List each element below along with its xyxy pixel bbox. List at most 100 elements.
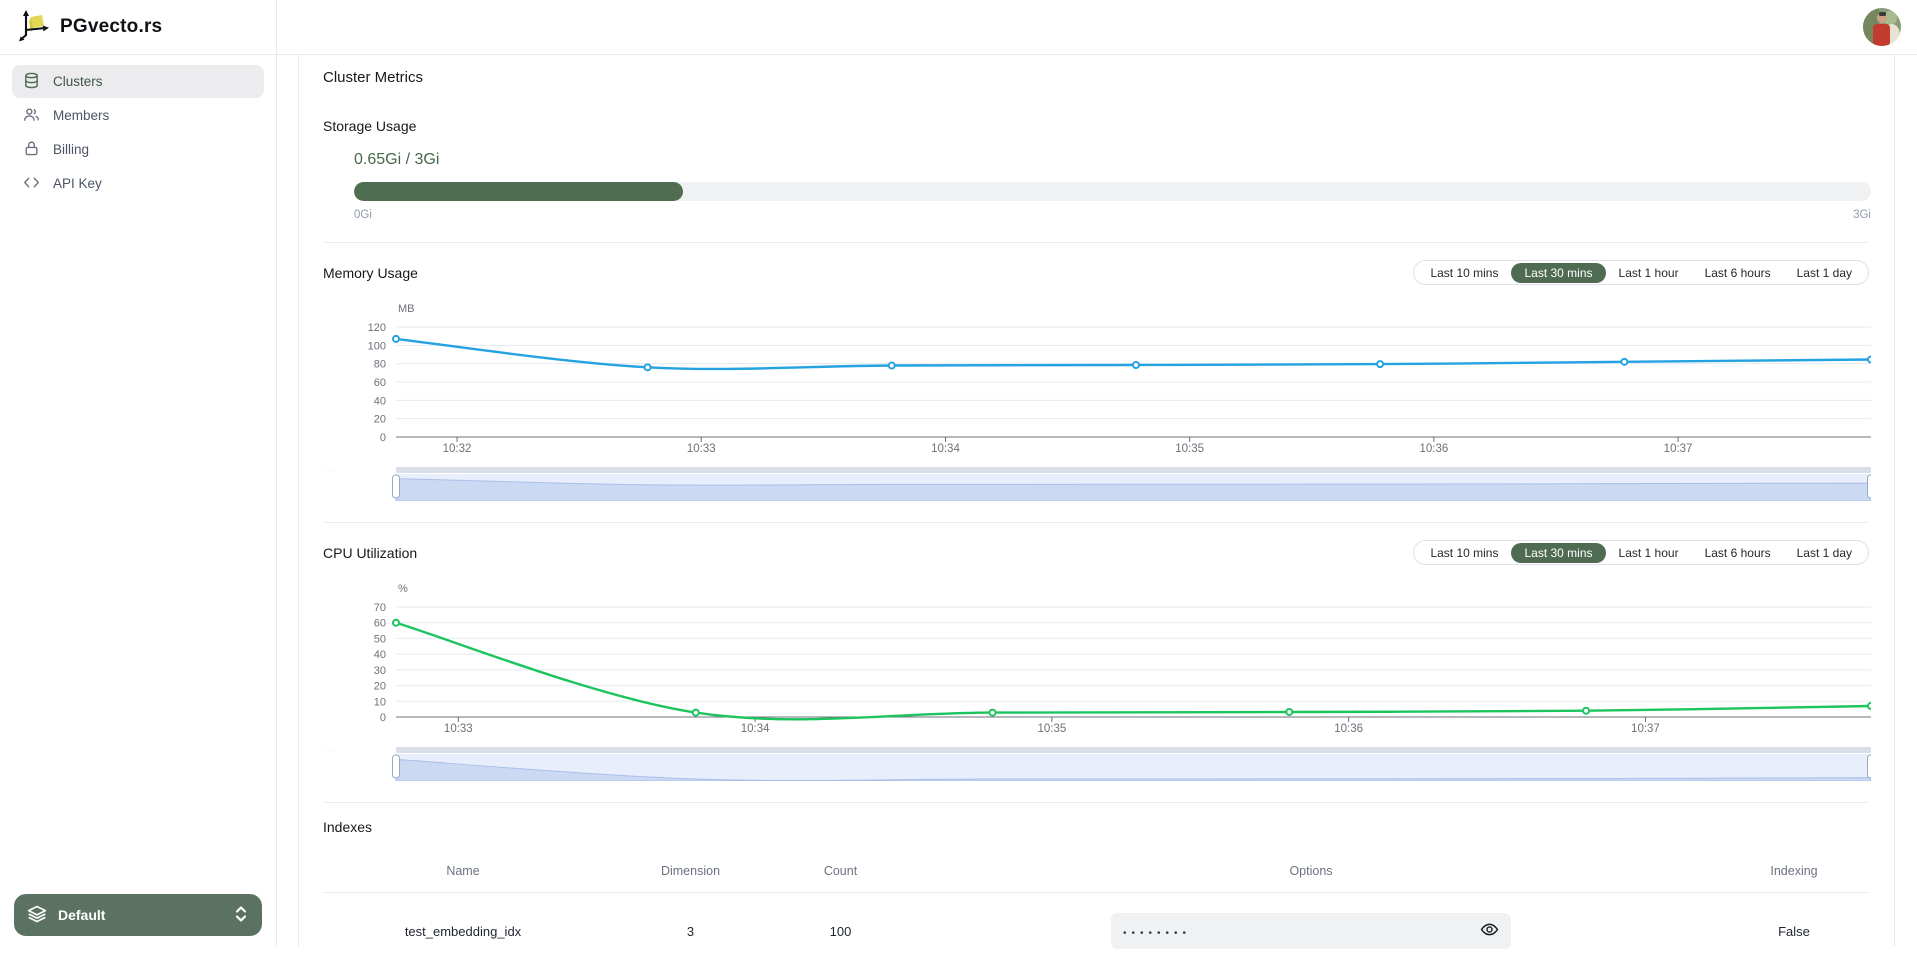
svg-text:10:33: 10:33: [687, 443, 716, 455]
svg-text:10:32: 10:32: [443, 443, 472, 455]
sidebar-item-label: Billing: [53, 142, 89, 157]
svg-text:10: 10: [374, 696, 386, 708]
svg-text:20: 20: [374, 681, 386, 693]
svg-text:10:37: 10:37: [1664, 443, 1693, 455]
index-indexing-cell: False: [1719, 924, 1869, 939]
time-range-last-30-mins[interactable]: Last 30 mins: [1511, 263, 1605, 283]
sidebar-item-api-key[interactable]: API Key: [12, 167, 264, 200]
memory-usage-title: Memory Usage: [323, 265, 418, 281]
svg-text:50: 50: [374, 633, 386, 645]
section-divider: [323, 522, 1869, 523]
storage-usage-block: 0.65Gi / 3Gi 0Gi 3Gi: [354, 151, 1871, 221]
cpu-utilization-header: CPU Utilization Last 10 mins Last 30 min…: [323, 540, 1869, 565]
table-row: test_embedding_idx 3 100 ••••••••: [323, 893, 1869, 969]
svg-text:60: 60: [374, 618, 386, 630]
sidebar: PGvecto.rs Clusters Membe: [0, 0, 277, 946]
sidebar-item-members[interactable]: Members: [12, 99, 264, 132]
svg-text:60: 60: [374, 377, 386, 389]
svg-text:MB: MB: [398, 303, 415, 315]
content-panel: Cluster Metrics Storage Usage 0.65Gi / 3…: [298, 55, 1895, 946]
memory-usage-header: Memory Usage Last 10 mins Last 30 mins L…: [323, 260, 1869, 285]
brand-logo-icon: [18, 8, 52, 47]
column-header-indexing: Indexing: [1719, 864, 1869, 878]
lock-icon: [23, 140, 40, 160]
storage-min-label: 0Gi: [354, 209, 372, 221]
time-range-last-6-hours[interactable]: Last 6 hours: [1692, 263, 1784, 283]
svg-text:40: 40: [374, 395, 386, 407]
time-range-last-10-mins[interactable]: Last 10 mins: [1417, 543, 1511, 563]
svg-text:10:35: 10:35: [1037, 723, 1066, 735]
svg-text:10:37: 10:37: [1631, 723, 1660, 735]
cpu-chart-datazoom-slider[interactable]: [323, 747, 1871, 781]
sidebar-item-billing[interactable]: Billing: [12, 133, 264, 166]
svg-text:120: 120: [368, 322, 386, 334]
chevron-up-down-icon: [233, 905, 249, 926]
eye-icon: [1480, 920, 1499, 942]
cpu-utilization-title: CPU Utilization: [323, 545, 417, 561]
svg-text:80: 80: [374, 359, 386, 371]
index-dimension-cell: 3: [603, 924, 778, 939]
storage-progress-scale: 0Gi 3Gi: [354, 209, 1871, 221]
svg-text:10:34: 10:34: [931, 443, 960, 455]
main-area: Cluster Metrics Storage Usage 0.65Gi / 3…: [277, 0, 1917, 946]
storage-progress-fill: [354, 182, 683, 201]
time-range-last-30-mins[interactable]: Last 30 mins: [1511, 543, 1605, 563]
column-header-dimension: Dimension: [603, 864, 778, 878]
brand-name: PGvecto.rs: [60, 16, 162, 38]
svg-text:10:35: 10:35: [1175, 443, 1204, 455]
cpu-time-range-group: Last 10 mins Last 30 mins Last 1 hour La…: [1413, 540, 1869, 565]
code-icon: [23, 174, 40, 194]
cluster-selector-label: Default: [58, 907, 105, 923]
index-options-cell: ••••••••: [903, 913, 1719, 949]
cluster-selector-default[interactable]: Default: [14, 894, 262, 936]
sidebar-nav: Clusters Members Billing: [0, 55, 276, 210]
time-range-last-1-day[interactable]: Last 1 day: [1784, 543, 1865, 563]
svg-text:10:36: 10:36: [1334, 723, 1363, 735]
svg-text:10:33: 10:33: [444, 723, 473, 735]
svg-text:40: 40: [374, 649, 386, 661]
database-icon: [23, 72, 40, 92]
memory-chart-datazoom-slider[interactable]: [323, 467, 1871, 501]
column-header-options: Options: [903, 864, 1719, 878]
members-icon: [23, 106, 40, 126]
section-divider: [323, 802, 1869, 803]
storage-usage-value: 0.65Gi / 3Gi: [354, 151, 1871, 169]
indexes-table: Name Dimension Count Options Indexing te…: [323, 849, 1869, 969]
indexes-table-header: Name Dimension Count Options Indexing: [323, 849, 1869, 893]
svg-text:100: 100: [368, 340, 386, 352]
storage-progress-track: [354, 182, 1871, 201]
svg-text:10:34: 10:34: [741, 723, 770, 735]
options-masked-value: ••••••••: [1123, 924, 1480, 939]
sidebar-item-clusters[interactable]: Clusters: [12, 65, 264, 98]
svg-text:10:36: 10:36: [1419, 443, 1448, 455]
reveal-options-button[interactable]: [1480, 920, 1499, 942]
options-masked-field: ••••••••: [1111, 913, 1511, 949]
column-header-name: Name: [323, 864, 603, 878]
time-range-last-6-hours[interactable]: Last 6 hours: [1692, 543, 1784, 563]
svg-text:0: 0: [380, 712, 386, 724]
cpu-utilization-chart: 0 10 20 30 40 50 60 70% 10:33 10:34 10:35 10:36 10:3…: [323, 580, 1871, 742]
svg-text:20: 20: [374, 414, 386, 426]
user-avatar[interactable]: [1863, 8, 1901, 46]
time-range-last-1-hour[interactable]: Last 1 hour: [1606, 263, 1692, 283]
time-range-last-1-hour[interactable]: Last 1 hour: [1606, 543, 1692, 563]
svg-text:30: 30: [374, 665, 386, 677]
layers-icon: [27, 904, 47, 927]
storage-usage-title: Storage Usage: [323, 118, 1869, 134]
sidebar-item-label: Clusters: [53, 74, 103, 89]
section-divider: [323, 242, 1869, 243]
index-count-cell: 100: [778, 924, 903, 939]
time-range-last-10-mins[interactable]: Last 10 mins: [1417, 263, 1511, 283]
svg-text:%: %: [398, 583, 408, 595]
svg-text:70: 70: [374, 602, 386, 614]
sidebar-item-label: API Key: [53, 176, 102, 191]
column-header-count: Count: [778, 864, 903, 878]
memory-usage-chart: 020406080100120MB10:3210:3310:3410:3510:…: [323, 300, 1871, 462]
time-range-last-1-day[interactable]: Last 1 day: [1784, 263, 1865, 283]
index-name-cell: test_embedding_idx: [323, 924, 603, 939]
storage-max-label: 3Gi: [1853, 209, 1871, 221]
indexes-title: Indexes: [323, 819, 1869, 835]
top-bar: [277, 0, 1917, 55]
memory-time-range-group: Last 10 mins Last 30 mins Last 1 hour La…: [1413, 260, 1869, 285]
sidebar-item-label: Members: [53, 108, 109, 123]
